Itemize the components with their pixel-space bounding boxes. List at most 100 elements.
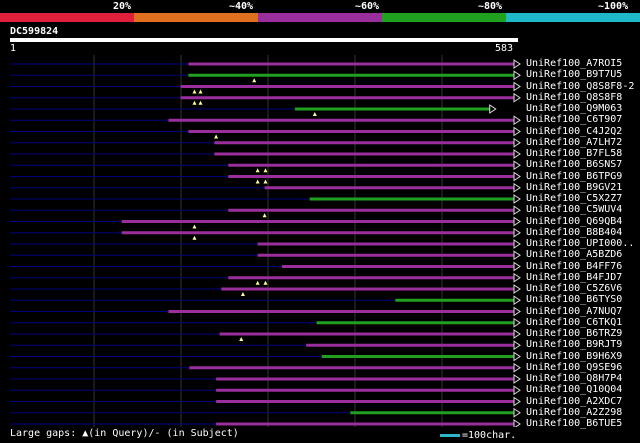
hit-aligned-bar[interactable] [216, 422, 514, 426]
hit-aligned-bar[interactable] [228, 276, 514, 280]
hit-aligned-bar[interactable] [216, 388, 514, 392]
hit-label[interactable]: UniRef100_Q8H7P4 [526, 373, 622, 384]
query-gap-marker-icon [255, 280, 260, 285]
hit-aligned-bar[interactable] [180, 85, 514, 88]
legend-label-40: ~40% [229, 1, 254, 12]
hit-aligned-bar[interactable] [228, 175, 514, 178]
hit-aligned-bar[interactable] [294, 107, 490, 111]
hit-label[interactable]: UniRef100_B4FJD7 [526, 272, 622, 283]
hit-aligned-bar[interactable] [350, 411, 514, 415]
hit-aligned-bar[interactable] [214, 141, 514, 145]
query-id: DC599824 [10, 26, 59, 37]
query-gap-marker-icon [262, 213, 267, 218]
hit-aligned-bar[interactable] [216, 377, 514, 381]
hit-label[interactable]: UniRef100_B6TUE5 [526, 418, 622, 429]
hit-aligned-bar[interactable] [189, 366, 514, 370]
query-gap-marker-icon [255, 179, 260, 184]
hit-end-arrow-icon [513, 70, 521, 81]
hit-label[interactable]: UniRef100_B6TRZ9 [526, 328, 622, 339]
hit-label[interactable]: UniRef100_B6TPG9 [526, 171, 622, 182]
hit-label[interactable]: UniRef100_B7FL58 [526, 148, 622, 159]
hit-aligned-bar[interactable] [214, 152, 514, 156]
hit-aligned-bar[interactable] [306, 343, 514, 347]
hit-label[interactable]: UniRef100_C5X2Z7 [526, 193, 622, 204]
hit-end-arrow-icon [513, 284, 521, 294]
hit-end-arrow-icon [513, 149, 521, 159]
query-gap-marker-icon [198, 89, 203, 94]
hit-label[interactable]: UniRef100_Q10Q04 [526, 384, 622, 395]
hit-label[interactable]: UniRef100_C4J2Q2 [526, 126, 622, 137]
hit-label[interactable]: UniRef100_B9H6X9 [526, 351, 622, 362]
hit-aligned-bar[interactable] [219, 332, 514, 336]
hit-aligned-bar[interactable] [180, 96, 514, 100]
hit-aligned-bar[interactable] [257, 253, 514, 257]
hit-label[interactable]: UniRef100_A5BZD6 [526, 249, 622, 260]
legend-swatch-100 [506, 13, 640, 22]
hit-aligned-bar[interactable] [228, 163, 514, 167]
hit-label[interactable]: UniRef100_C5WUV4 [526, 204, 622, 215]
hit-end-arrow-icon [513, 317, 521, 328]
legend-label-100: ~100% [598, 1, 629, 12]
hit-aligned-bar[interactable] [168, 118, 514, 122]
query-gap-marker-icon [239, 337, 244, 341]
hit-label[interactable]: UniRef100_B6TYS0 [526, 294, 622, 305]
hit-label[interactable]: UniRef100_Q8S8F8 [526, 92, 622, 103]
hit-aligned-bar[interactable] [121, 231, 515, 235]
hit-label[interactable]: UniRef100_Q8S8F8-2 [526, 81, 634, 92]
query-gap-marker-icon [312, 112, 317, 116]
hit-label[interactable]: UniRef100_A2XDC7 [526, 396, 622, 407]
hit-label[interactable]: UniRef100_UPI000.. [526, 238, 634, 249]
hit-aligned-bar[interactable] [228, 208, 514, 212]
legend-labels: 20% ~40% ~60% ~80% ~100% [0, 0, 640, 12]
query-gap-marker-icon [192, 224, 197, 229]
hit-aligned-bar[interactable] [316, 321, 514, 325]
legend-swatch-60 [258, 13, 382, 22]
hit-label[interactable]: UniRef100_Q9M063 [526, 103, 622, 114]
hit-aligned-bar[interactable] [188, 130, 514, 133]
query-gap-marker-icon [263, 179, 268, 184]
legend-label-60: ~60% [355, 1, 380, 12]
hit-aligned-bar[interactable] [221, 287, 515, 291]
hit-aligned-bar[interactable] [188, 73, 514, 77]
hit-label[interactable]: UniRef100_B4FF76 [526, 261, 622, 272]
hit-aligned-bar[interactable] [216, 400, 514, 403]
hit-label[interactable]: UniRef100_B9GV21 [526, 182, 622, 193]
hit-label[interactable]: UniRef100_Q69QB4 [526, 216, 622, 227]
hit-label[interactable]: UniRef100_B9T7U5 [526, 69, 622, 80]
legend-label-20: 20% [113, 1, 132, 12]
legend-swatch-20 [0, 13, 134, 22]
hit-end-arrow-icon [489, 104, 497, 114]
hit-aligned-bar[interactable] [257, 242, 514, 246]
hit-aligned-bar[interactable] [309, 197, 514, 201]
hit-label[interactable]: UniRef100_C5Z6V6 [526, 283, 622, 294]
hit-end-arrow-icon [513, 419, 521, 427]
query-gap-marker-icon [255, 168, 260, 173]
query-gap-marker-icon [240, 292, 245, 296]
hit-end-arrow-icon [513, 362, 521, 373]
hit-label[interactable]: UniRef100_A7NUQ7 [526, 306, 622, 317]
hit-label[interactable]: UniRef100_A7LH72 [526, 137, 622, 148]
query-gap-marker-icon [252, 78, 257, 83]
hit-label[interactable]: UniRef100_Q9SE96 [526, 362, 622, 373]
hit-aligned-bar[interactable] [281, 265, 514, 268]
hit-label[interactable]: UniRef100_A7ROI5 [526, 58, 622, 69]
hit-label[interactable]: UniRef100_C6T907 [526, 114, 622, 125]
hit-end-arrow-icon [513, 216, 521, 227]
hit-label[interactable]: UniRef100_B8B404 [526, 227, 622, 238]
hit-label[interactable]: UniRef100_A2Z298 [526, 407, 622, 418]
hit-end-arrow-icon [513, 306, 521, 317]
query-gap-marker-icon [214, 134, 219, 139]
query-gap-marker-icon [192, 235, 197, 240]
hit-aligned-bar[interactable] [264, 186, 514, 190]
hit-aligned-bar[interactable] [395, 298, 514, 302]
hit-aligned-bar[interactable] [188, 62, 514, 66]
hit-aligned-bar[interactable] [168, 310, 514, 313]
hit-aligned-bar[interactable] [321, 355, 514, 358]
hit-label[interactable]: UniRef100_C6TKQ1 [526, 317, 622, 328]
hit-end-arrow-icon [513, 171, 521, 182]
hit-label[interactable]: UniRef100_B9RJT9 [526, 339, 622, 350]
scale-bar [440, 434, 460, 437]
hit-aligned-bar[interactable] [121, 220, 515, 223]
hit-label[interactable]: UniRef100_B6SNS7 [526, 159, 622, 170]
hit-end-arrow-icon [513, 160, 521, 171]
